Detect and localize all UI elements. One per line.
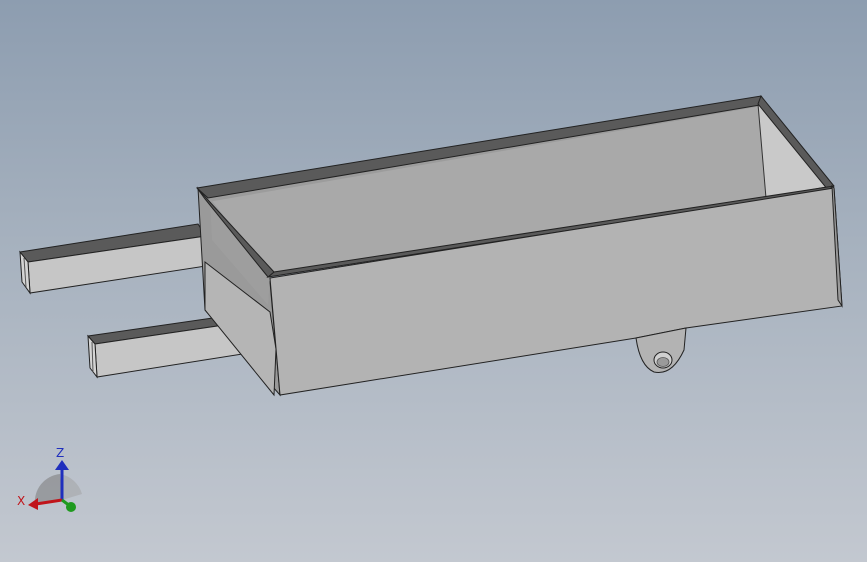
tray-body[interactable] — [195, 95, 843, 397]
cad-viewport[interactable]: Z X — [0, 0, 867, 562]
orientation-triad[interactable]: Z X — [17, 446, 82, 512]
model-canvas[interactable]: Z X — [0, 0, 867, 562]
z-axis-label: Z — [56, 446, 64, 460]
z-axis-arrow — [55, 460, 69, 470]
y-axis-arrow — [66, 502, 76, 512]
x-axis-label: X — [17, 494, 25, 508]
upper-handle[interactable] — [19, 223, 207, 295]
x-axis-arrow — [28, 498, 38, 510]
